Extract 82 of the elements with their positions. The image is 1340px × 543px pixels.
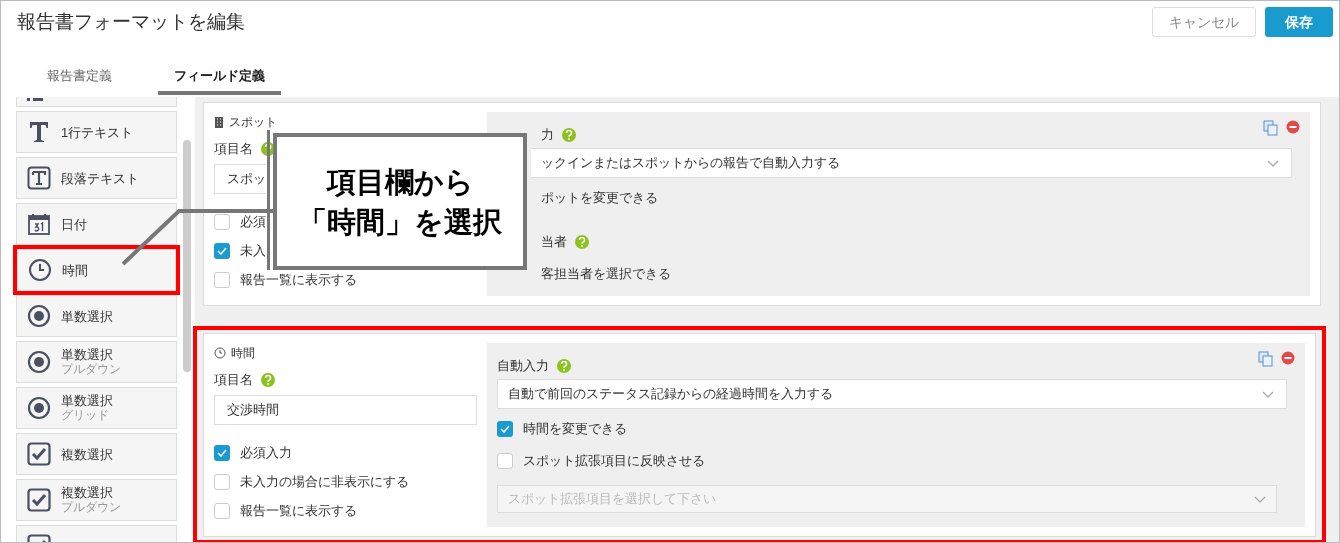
item-label: 複数選択 (61, 485, 114, 500)
field-name-label: 項目名 (214, 140, 253, 159)
copy-icon[interactable] (1258, 351, 1273, 367)
option-label: 客担当者を選択できる (541, 265, 671, 284)
field-type-label: 時間 (231, 345, 255, 362)
palette-item[interactable]: 複数選択 (16, 433, 178, 475)
copy-icon[interactable] (1263, 120, 1278, 136)
chevron-down-icon (1267, 159, 1279, 167)
list-icon (27, 98, 43, 104)
item-label: 複数選択 (61, 446, 113, 462)
check-icon (217, 247, 227, 255)
checkbox-label: 必須入力 (240, 444, 292, 463)
clock-icon (28, 258, 52, 282)
checkbox-label: 未入力の場合に非表示にする (240, 473, 409, 492)
boxed-t-icon (27, 166, 51, 190)
building-icon (214, 116, 224, 128)
checkbox-label: 時間を変更できる (523, 420, 627, 439)
item-sublabel: プルダウン (61, 362, 121, 377)
help-icon[interactable] (575, 235, 589, 249)
item-label: 単数選択 (61, 393, 113, 408)
item-label: 単数選択 (61, 347, 114, 362)
remove-icon[interactable] (1281, 351, 1295, 365)
radio-icon (27, 350, 51, 374)
checkbox-icon (27, 488, 51, 512)
radio-icon (27, 396, 51, 420)
check-icon (217, 449, 227, 457)
serif-t-icon (27, 120, 51, 144)
cancel-button[interactable]: キャンセル (1152, 7, 1256, 37)
palette-item[interactable]: 時間 (17, 249, 177, 291)
item-sublabel: プルダウン (61, 500, 121, 515)
item-sublabel: グリッド (61, 408, 110, 423)
auto-input-label: 力 (541, 126, 554, 145)
scrollbar-thumb[interactable] (183, 140, 192, 372)
checkbox-label: 必須 (240, 213, 266, 232)
palette-item[interactable]: 1行テキスト (16, 111, 178, 153)
item-label: 時間 (62, 262, 88, 278)
checkbox-icon (27, 442, 51, 466)
clock-icon (214, 347, 226, 359)
field-name-input[interactable]: スポッ (214, 164, 266, 194)
palette-item[interactable]: 複数選択 プルダウン (16, 479, 178, 521)
check-icon (500, 425, 510, 433)
help-icon[interactable] (562, 128, 576, 142)
auto-input-select[interactable]: 自動で前回のステータス記録からの経過時間を入力する (497, 379, 1287, 409)
tab[interactable]: 報告書定義 (31, 61, 128, 95)
checkbox[interactable] (214, 272, 230, 288)
checkbox[interactable] (497, 453, 513, 469)
field-type-label: スポット (229, 114, 277, 131)
checkbox[interactable] (214, 445, 230, 461)
palette-item[interactable]: 単数選択 プルダウン (16, 341, 178, 383)
item-label: 1行テキスト (61, 124, 134, 140)
radio-icon (27, 304, 51, 328)
chevron-down-icon (1262, 390, 1274, 398)
callout-text: 「時間」を選択 (298, 204, 502, 240)
palette-item[interactable]: 段落テキスト (16, 157, 178, 199)
help-icon[interactable] (261, 373, 275, 387)
checkbox[interactable] (214, 503, 230, 519)
calendar-icon (27, 212, 51, 236)
checkbox[interactable] (497, 421, 513, 437)
chevron-down-icon (1254, 495, 1266, 503)
palette-item[interactable]: 単数選択 (16, 295, 178, 337)
field-name-input[interactable]: 交渉時間 (214, 395, 477, 425)
checkbox[interactable] (214, 214, 230, 230)
remove-icon[interactable] (1286, 120, 1300, 134)
checkbox[interactable] (214, 474, 230, 490)
option-label: ポットを変更できる (541, 189, 658, 208)
checkbox-label: 未入 (240, 242, 266, 261)
checkbox-label: スポット拡張項目に反映させる (523, 452, 705, 471)
item-label: 日付 (61, 216, 87, 232)
help-icon[interactable] (557, 359, 571, 373)
callout-text: 項目欄から (326, 164, 474, 200)
palette-item[interactable]: 日付 (16, 203, 178, 245)
palette-item[interactable]: 単数選択 グリッド (16, 387, 178, 429)
checkbox-label: 報告一覧に表示する (240, 271, 357, 290)
checkbox[interactable] (214, 243, 230, 259)
item-label: 段落テキスト (61, 170, 139, 186)
item-label: 単数選択 (61, 308, 113, 324)
checkbox-label: 報告一覧に表示する (240, 502, 357, 521)
section-label: 当者 (541, 233, 567, 252)
field-name-label: 項目名 (214, 371, 253, 390)
auto-input-select[interactable]: ックインまたはスポットからの報告で自動入力する (531, 148, 1292, 178)
auto-input-label: 自動入力 (497, 357, 549, 376)
page-title: 報告書フォーマットを編集 (17, 9, 245, 34)
